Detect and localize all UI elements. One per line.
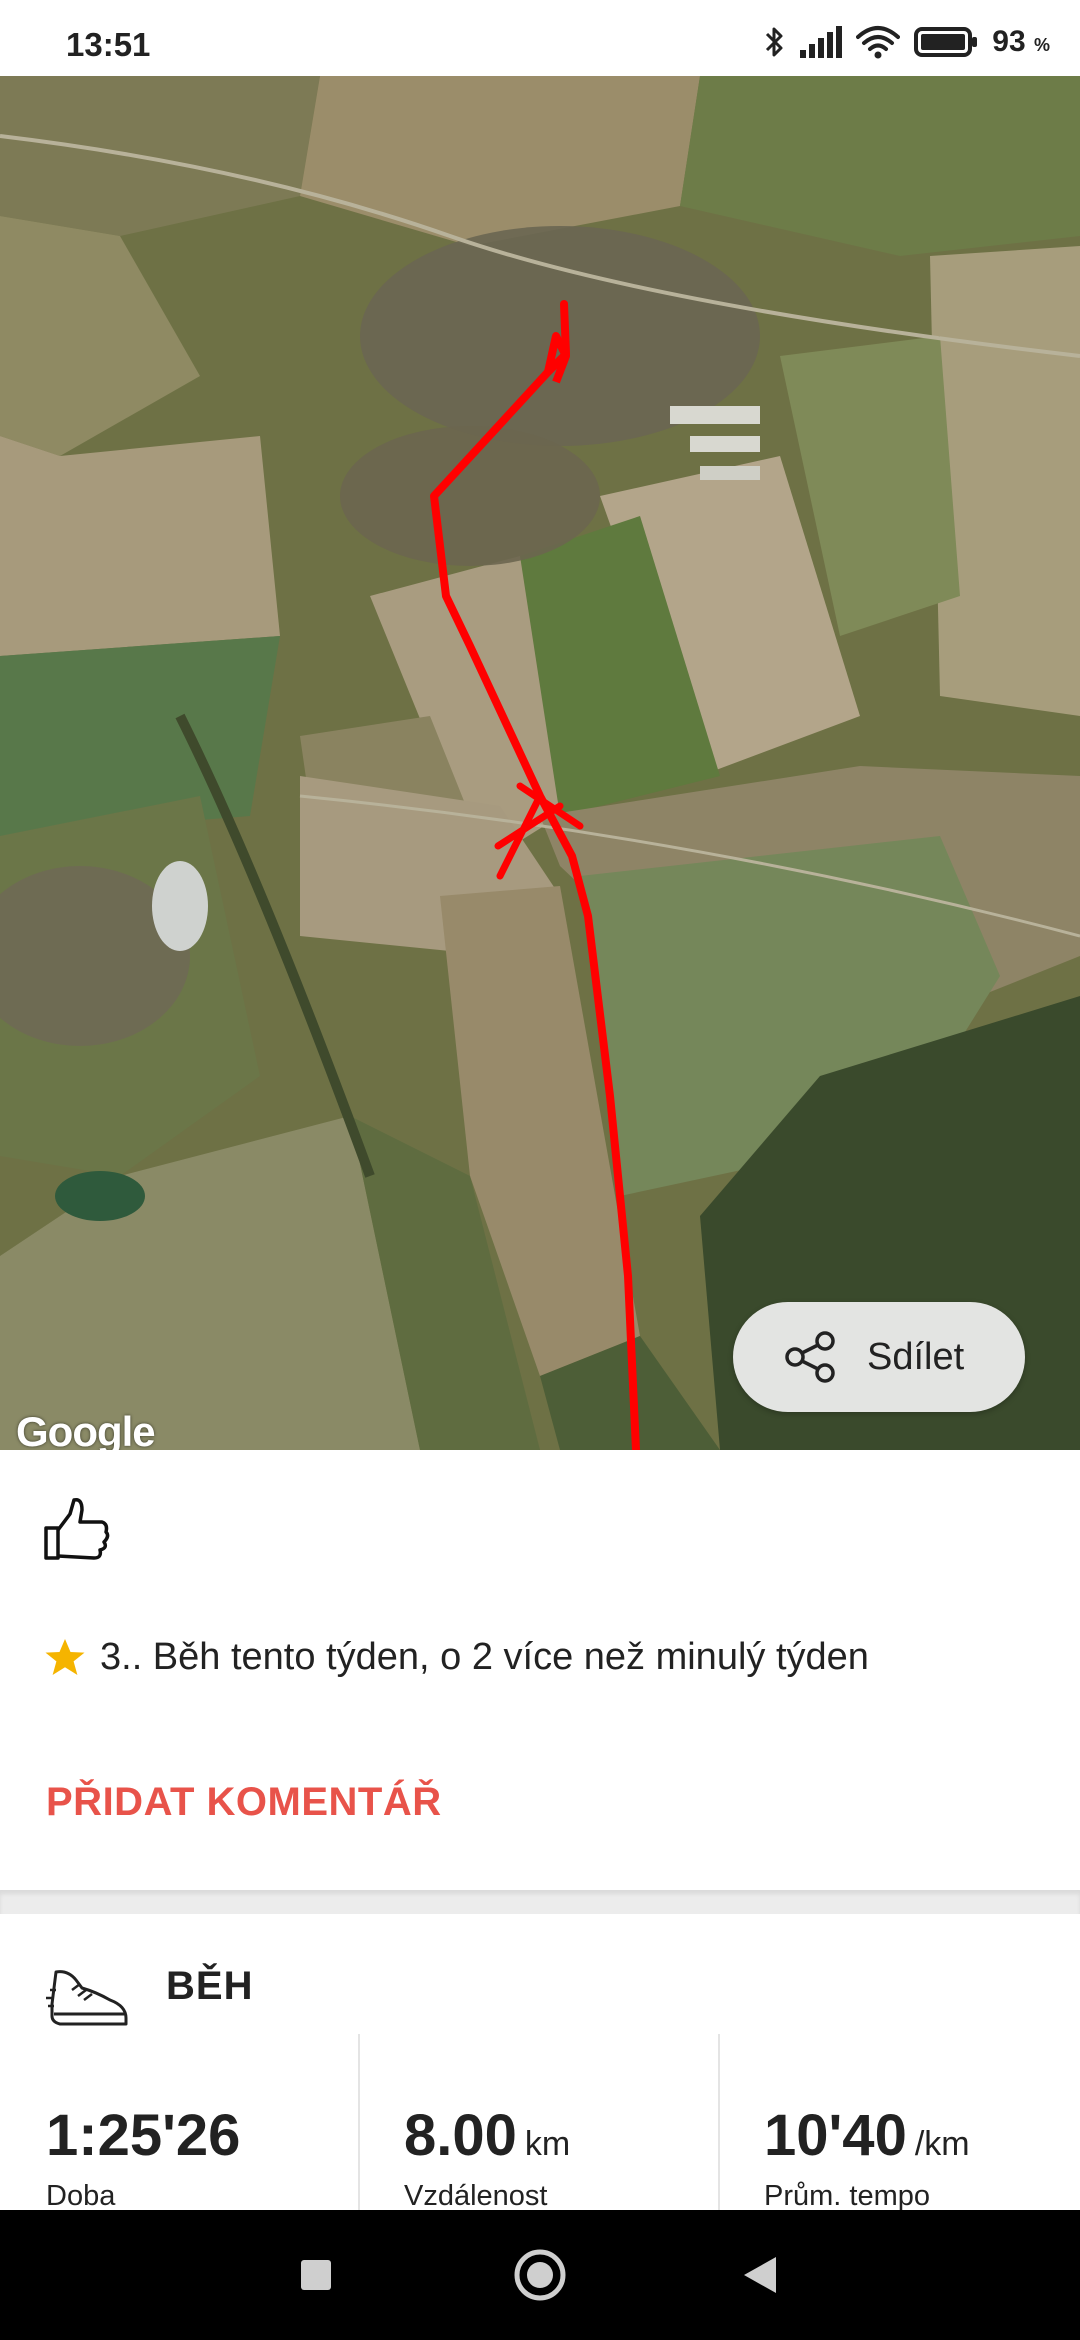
- stat-value: 10'40/km: [764, 2103, 970, 2168]
- battery-icon: [914, 27, 978, 57]
- stats-section: BĚH 1:25'26 Doba 8.00 km Vzdálenost 10'40…: [0, 1914, 1080, 2212]
- share-label: Sdílet: [867, 1335, 965, 1378]
- home-button[interactable]: [500, 2210, 580, 2340]
- status-bar: 13:51 93 %: [0, 0, 1080, 76]
- running-shoe-icon: [46, 1970, 128, 2026]
- add-comment-button[interactable]: PŘIDAT KOMENTÁŘ: [46, 1780, 442, 1825]
- status-icons: 93 %: [764, 22, 1050, 62]
- stat-label: Prům. tempo: [764, 2180, 930, 2212]
- circle-icon: [514, 2249, 566, 2301]
- sport-title: BĚH: [166, 1964, 254, 2008]
- thumbs-up-icon[interactable]: [40, 1494, 112, 1566]
- share-icon: [785, 1331, 835, 1383]
- recents-button[interactable]: [276, 2210, 356, 2340]
- section-divider: [0, 1890, 1080, 1914]
- star-icon: [45, 1638, 85, 1675]
- achievement-row: 3.. Běh tento týden, o 2 více než minulý…: [44, 1636, 869, 1679]
- achievement-text: 3.. Běh tento týden, o 2 více než minulý…: [100, 1636, 869, 1678]
- google-logo: Google: [16, 1408, 156, 1450]
- satellite-imagery: [0, 76, 1080, 1450]
- stat-separator: [718, 2034, 720, 2210]
- stat-separator: [358, 2034, 360, 2210]
- system-nav-bar: [0, 2210, 1080, 2340]
- activity-card: 3.. Běh tento týden, o 2 více než minulý…: [0, 1450, 1080, 1890]
- share-button[interactable]: Sdílet: [733, 1302, 1025, 1412]
- status-time: 13:51: [66, 26, 151, 63]
- bluetooth-icon: [766, 27, 783, 57]
- stat-value: 1:25'26: [46, 2103, 241, 2168]
- stat-value: 8.00 km: [404, 2103, 571, 2168]
- route-map[interactable]: Google Sdílet: [0, 76, 1080, 1450]
- back-button[interactable]: [720, 2210, 800, 2340]
- signal-icon: [800, 26, 843, 58]
- square-icon: [301, 2260, 331, 2290]
- stat-label: Doba: [46, 2180, 116, 2212]
- wifi-icon: [856, 26, 901, 59]
- back-triangle-icon: [744, 2257, 776, 2293]
- battery-percent: 93 %: [992, 25, 1050, 58]
- stat-label: Vzdálenost: [404, 2180, 548, 2212]
